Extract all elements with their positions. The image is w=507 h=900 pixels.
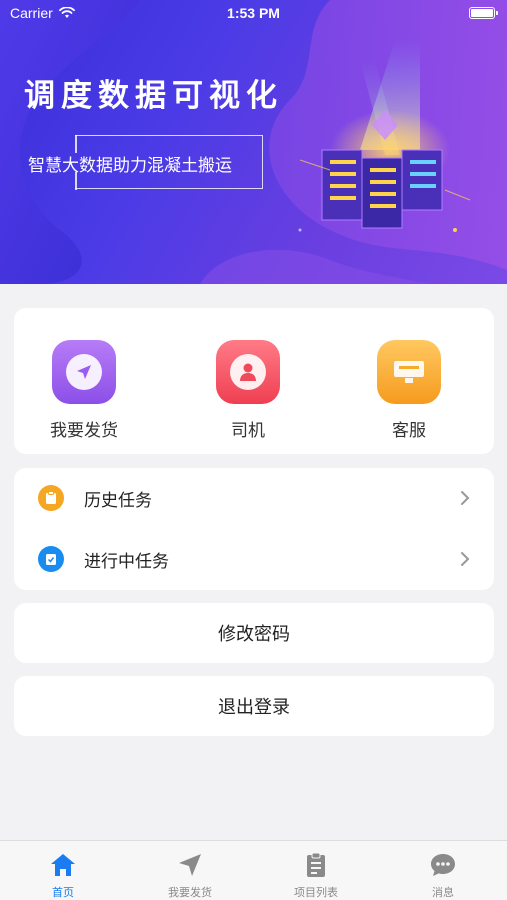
- customer-service-icon: [377, 340, 441, 404]
- quick-action-ship[interactable]: 我要发货: [24, 340, 144, 441]
- battery-icon: [469, 7, 498, 19]
- tab-bar: 首页 我要发货 项目列表 消息: [0, 840, 507, 900]
- status-bar: Carrier 1:53 PM: [0, 0, 507, 28]
- change-password-button[interactable]: 修改密码: [14, 603, 494, 663]
- quick-action-driver[interactable]: 司机: [188, 340, 308, 441]
- tab-label: 项目列表: [294, 886, 338, 899]
- clipboard-check-icon: [38, 546, 64, 572]
- tab-home[interactable]: 首页: [0, 841, 126, 900]
- tab-ship[interactable]: 我要发货: [127, 841, 253, 900]
- task-label: 进行中任务: [84, 551, 169, 572]
- task-row-history[interactable]: 历史任务: [14, 468, 494, 528]
- tab-label: 首页: [52, 886, 74, 899]
- send-icon: [179, 854, 201, 876]
- banner-title: 调度数据可视化: [24, 78, 283, 114]
- quick-actions-card: 我要发货 司机 客服: [14, 308, 494, 454]
- list-icon: [307, 852, 325, 877]
- tab-label: 我要发货: [168, 886, 212, 899]
- tab-project-list[interactable]: 项目列表: [253, 841, 379, 900]
- home-icon: [51, 854, 75, 876]
- tasks-card: 历史任务 进行中任务: [14, 468, 494, 590]
- tab-messages[interactable]: 消息: [380, 841, 506, 900]
- status-time: 1:53 PM: [227, 5, 280, 21]
- quick-action-label: 司机: [231, 421, 265, 441]
- logout-button[interactable]: 退出登录: [14, 676, 494, 736]
- task-label: 历史任务: [84, 490, 152, 511]
- message-icon: [431, 854, 455, 876]
- quick-action-label: 我要发货: [50, 421, 118, 441]
- banner-subtitle: 智慧大数据助力混凝土搬运: [28, 156, 232, 176]
- quick-action-label: 客服: [392, 421, 426, 441]
- quick-action-customer-service[interactable]: 客服: [349, 340, 469, 441]
- tab-label: 消息: [432, 886, 454, 899]
- send-location-icon: [52, 340, 116, 404]
- chevron-right-icon: [461, 491, 470, 505]
- clipboard-icon: [38, 485, 64, 511]
- chevron-right-icon: [461, 552, 470, 566]
- driver-icon: [216, 340, 280, 404]
- banner: Carrier 1:53 PM 调度数据可视化 智慧大数据助力混凝土搬运: [0, 0, 507, 284]
- task-row-in-progress[interactable]: 进行中任务: [14, 529, 494, 589]
